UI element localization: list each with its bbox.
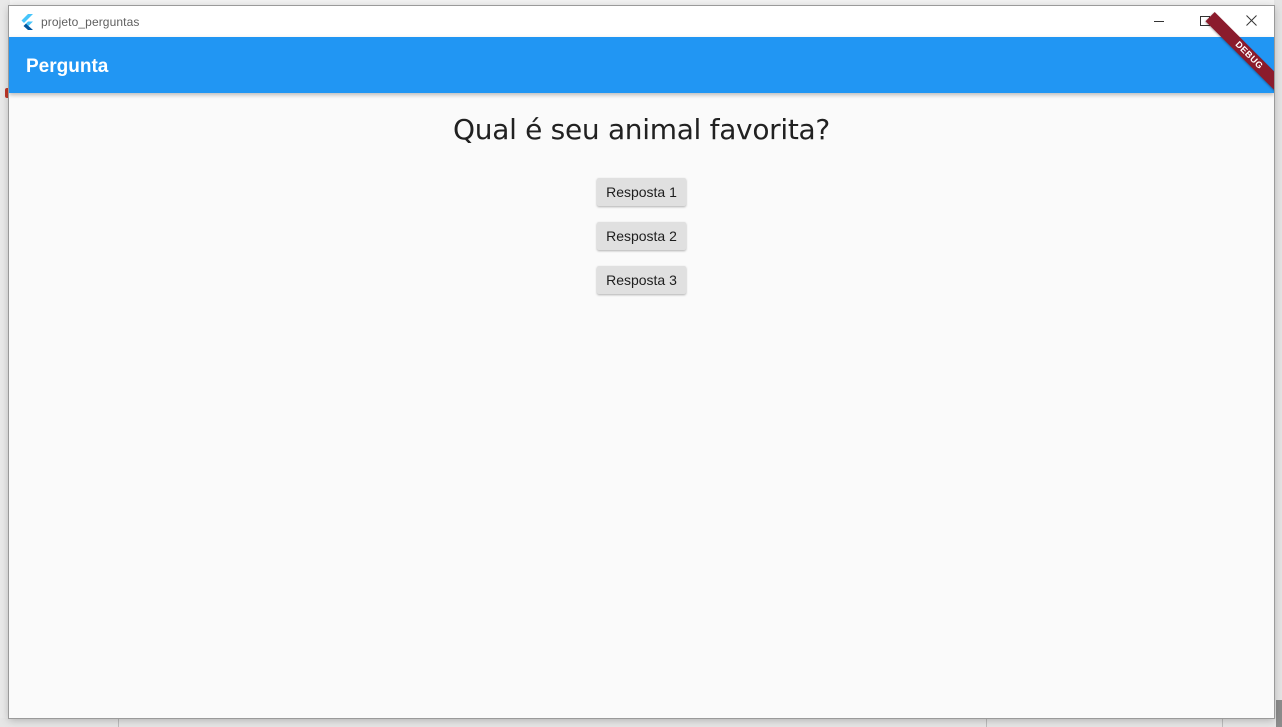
answers-list: Resposta 1 Resposta 2 Resposta 3 (9, 178, 1274, 310)
window-titlebar[interactable]: projeto_perguntas (9, 6, 1274, 37)
question-text: Qual é seu animal favorita? (453, 113, 830, 146)
backdrop-bottom-strip (0, 718, 1282, 727)
page-body: Qual é seu animal favorita? Resposta 1 R… (9, 93, 1274, 718)
backdrop-scrollbar (1276, 700, 1282, 727)
flutter-icon (19, 13, 35, 30)
answer-button-3[interactable]: Resposta 3 (597, 266, 686, 294)
app-bar: Pergunta DEBUG (9, 12, 1274, 99)
backdrop-right-strip (1274, 0, 1282, 727)
answer-button-1[interactable]: Resposta 1 (597, 178, 686, 206)
minimize-button[interactable] (1136, 6, 1182, 37)
backdrop-divider (118, 718, 119, 727)
minimize-icon (1154, 13, 1164, 31)
window-title: projeto_perguntas (41, 14, 140, 29)
answer-button-2[interactable]: Resposta 2 (597, 222, 686, 250)
backdrop-divider (986, 718, 987, 727)
backdrop-divider (1222, 718, 1223, 727)
close-icon (1245, 13, 1257, 31)
app-window: projeto_perguntas Pergunta DEBUG Qual é … (9, 6, 1274, 718)
app-bar-title: Pergunta (26, 56, 109, 77)
